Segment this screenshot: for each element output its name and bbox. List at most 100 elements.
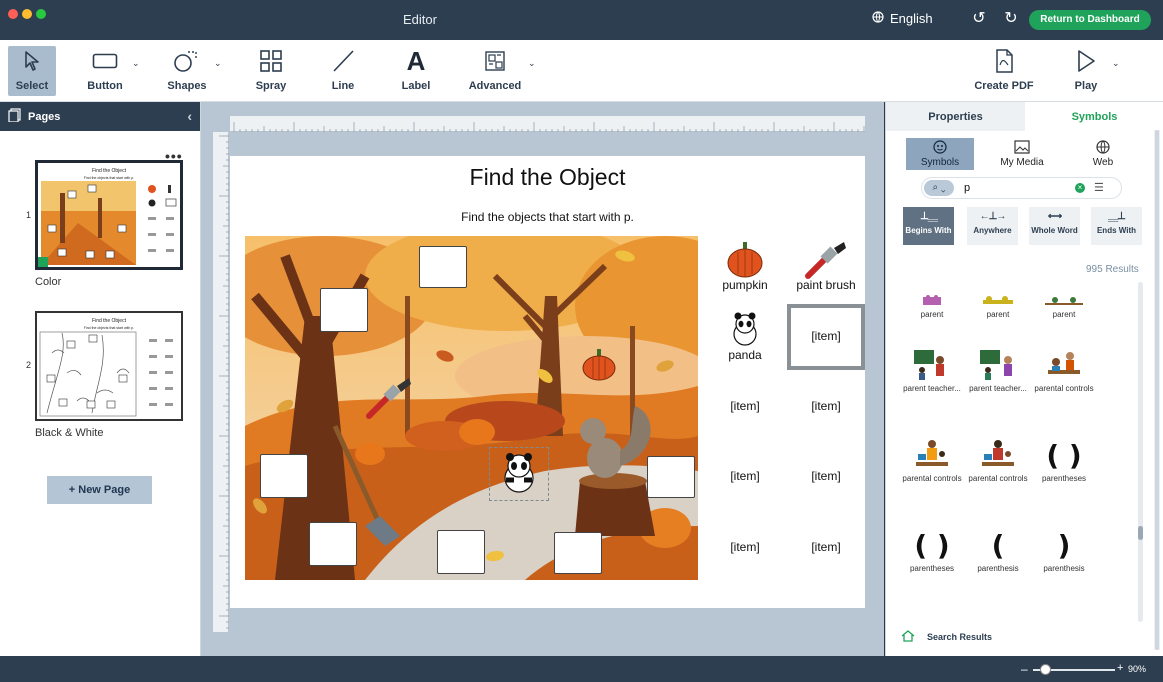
globe-icon (1069, 140, 1137, 157)
word-cell[interactable]: [item] (786, 399, 866, 413)
parent-teacher-icon (899, 348, 965, 382)
zoom-slider-handle[interactable] (1040, 664, 1051, 675)
symbol-result[interactable]: parent teacher... (899, 348, 965, 393)
symbol-result[interactable]: ( parenthesis (965, 528, 1031, 573)
paint-brush-object[interactable] (365, 376, 415, 425)
source-my-media-button[interactable]: My Media (988, 138, 1056, 170)
results-scrollbar[interactable] (1138, 282, 1143, 622)
panel-scrollbar-thumb[interactable] (1155, 130, 1159, 650)
symbol-search-bar[interactable]: ⌕ ⌄ p × ☰ (921, 177, 1122, 199)
symbol-result[interactable]: parental controls (1031, 348, 1097, 393)
symbols-source-icon (906, 140, 974, 157)
horizontal-ruler-ticks (233, 122, 865, 132)
label-tool-label: Label (401, 80, 431, 92)
answer-box[interactable] (437, 530, 485, 574)
page-thumbnail-color[interactable]: Find the Object Find the objects that st… (35, 160, 183, 270)
answer-box[interactable] (419, 246, 467, 288)
mode-ends-with-button[interactable]: ‗‗⊥ Ends With (1091, 207, 1142, 245)
select-tool-button[interactable]: Select (8, 46, 56, 96)
chevron-down-icon[interactable]: ⌄ (528, 58, 536, 69)
chevron-down-icon[interactable]: ⌄ (132, 58, 140, 69)
document-page[interactable]: Find the Object Find the objects that st… (230, 156, 865, 608)
paint-brush-symbol[interactable] (804, 240, 848, 280)
word-cell[interactable]: [item] (786, 329, 866, 343)
word-cell[interactable]: [item] (705, 469, 785, 483)
pages-panel: Pages ‹ ••• 1 Find the Object Find the o… (0, 102, 201, 656)
answer-box[interactable] (309, 522, 357, 566)
spray-tool-button[interactable]: Spray (248, 46, 294, 96)
panda-object[interactable] (489, 447, 549, 501)
page-number: 1 (26, 210, 32, 220)
word-cell[interactable]: pumpkin (705, 278, 785, 292)
source-symbols-button[interactable]: Symbols (906, 138, 974, 170)
source-web-button[interactable]: Web (1069, 138, 1137, 170)
results-scrollbar-thumb[interactable] (1138, 526, 1143, 540)
answer-box[interactable] (320, 288, 368, 332)
return-to-dashboard-button[interactable]: Return to Dashboard (1029, 10, 1151, 30)
symbol-result[interactable]: ( ) parentheses (1031, 438, 1097, 483)
advanced-tool-button[interactable]: Advanced (466, 46, 524, 96)
button-tool-button[interactable]: Button (82, 46, 128, 96)
search-results-label: Search Results (927, 632, 993, 642)
chevron-left-icon[interactable]: ‹ (187, 108, 192, 124)
symbol-result[interactable]: parent (899, 274, 965, 319)
word-cell[interactable]: [item] (786, 469, 866, 483)
search-icon[interactable]: ⌕ ⌄ (924, 180, 954, 196)
chevron-down-icon[interactable]: ⌄ (214, 58, 222, 69)
search-input[interactable]: p (964, 182, 970, 194)
symbol-result[interactable]: ( ) parentheses (899, 528, 965, 573)
create-pdf-label: Create PDF (974, 80, 1034, 92)
mode-whole-word-button[interactable]: ⟷ Whole Word (1029, 207, 1080, 245)
answer-box[interactable] (260, 454, 308, 498)
answer-box[interactable] (647, 456, 695, 498)
pumpkin-object[interactable] (581, 346, 617, 387)
mode-label: Begins With (905, 226, 952, 235)
chevron-down-icon[interactable]: ⌄ (1112, 58, 1120, 69)
word-cell[interactable]: paint brush (786, 278, 866, 292)
shapes-tool-button[interactable]: Shapes (164, 46, 210, 96)
play-button[interactable]: Play (1064, 46, 1108, 96)
zoom-in-button[interactable]: + (1117, 662, 1123, 674)
symbol-result[interactable]: parent teacher... (965, 348, 1031, 393)
language-selector[interactable]: English (872, 11, 933, 26)
zoom-out-button[interactable]: – (1021, 662, 1028, 676)
word-cell[interactable]: [item] (705, 399, 785, 413)
symbol-result[interactable]: ) parenthesis (1031, 528, 1097, 573)
word-cell[interactable]: [item] (786, 540, 866, 554)
home-icon[interactable] (901, 630, 915, 644)
symbol-label: parentheses (1041, 474, 1087, 483)
autumn-scene-image[interactable] (245, 236, 698, 580)
clear-search-icon[interactable]: × (1075, 183, 1085, 193)
line-icon (320, 46, 366, 76)
answer-box[interactable] (554, 532, 602, 574)
symbol-label: parenthesis (1043, 564, 1085, 573)
symbol-label: parent (1052, 310, 1076, 319)
tab-properties[interactable]: Properties (886, 102, 1025, 131)
parent-icon (965, 274, 1031, 308)
word-cell[interactable]: panda (705, 348, 785, 362)
redo-icon[interactable]: ↻ (1002, 10, 1020, 28)
undo-icon[interactable]: ↺ (970, 10, 988, 28)
begins-with-icon: ⊥‗‗ (920, 211, 938, 222)
panda-symbol[interactable] (726, 310, 764, 348)
page-title[interactable]: Find the Object (230, 164, 865, 191)
search-results-footer[interactable]: Search Results (901, 630, 992, 644)
create-pdf-button[interactable]: Create PDF (970, 46, 1038, 96)
symbol-result[interactable]: parental controls (965, 438, 1031, 483)
tab-symbols[interactable]: Symbols (1025, 102, 1163, 131)
new-page-button[interactable]: + New Page (47, 476, 152, 504)
symbol-result[interactable]: parent (1031, 274, 1097, 319)
line-tool-button[interactable]: Line (320, 46, 366, 96)
canvas-area[interactable]: Find the Object Find the objects that st… (201, 102, 884, 656)
mode-begins-with-button[interactable]: ⊥‗‗ Begins With (903, 207, 954, 245)
mode-anywhere-button[interactable]: ←⊥→ Anywhere (967, 207, 1018, 245)
page-thumbnail-black-white[interactable]: Find the Object Find the objects that st… (35, 311, 183, 421)
page-instructions[interactable]: Find the objects that start with p. (230, 210, 865, 224)
pumpkin-symbol[interactable] (724, 240, 766, 280)
symbol-result[interactable]: parental controls (899, 438, 965, 483)
filter-icon[interactable]: ☰ (1094, 181, 1104, 194)
parentheses-icon: ( ) (914, 529, 950, 562)
symbol-result[interactable]: parent (965, 274, 1031, 319)
label-tool-button[interactable]: A Label (393, 46, 439, 96)
word-cell[interactable]: [item] (705, 540, 785, 554)
